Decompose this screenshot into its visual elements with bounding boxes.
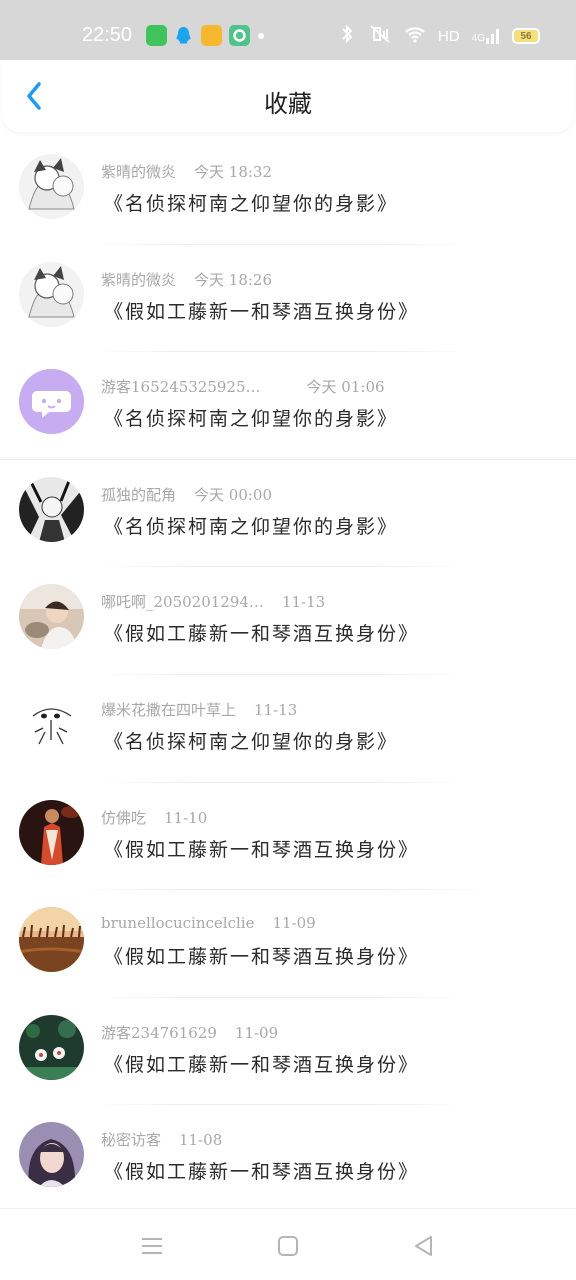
- network-hd-label: HD: [437, 27, 460, 45]
- item-time: 今天 18:32: [194, 163, 273, 181]
- avatar: [19, 261, 84, 327]
- list-item[interactable]: brunellocucincelclie 11-09 《假如工藤新一和琴酒互换身份…: [0, 890, 576, 998]
- item-time: 11-13: [281, 593, 326, 612]
- avatar: [19, 799, 84, 865]
- item-time: 11-13: [254, 700, 298, 719]
- item-meta: 游客234761629 11-09: [101, 1022, 278, 1043]
- wifi-icon: [404, 25, 426, 47]
- item-meta: 仿佛吃 11-10: [101, 807, 207, 828]
- item-username: 爆米花撒在四叶草上: [101, 700, 237, 719]
- item-username: 紫晴的微炎: [101, 270, 177, 289]
- item-title: 《假如工藤新一和琴酒互换身份》: [104, 623, 420, 646]
- item-title: 《假如工藤新一和琴酒互换身份》: [104, 1053, 420, 1076]
- avatar: [19, 1122, 84, 1188]
- avatar: [19, 907, 84, 973]
- signal-type-label: 4G: [471, 33, 485, 44]
- avatar: [19, 476, 84, 542]
- system-navigation-bar: [0, 1208, 576, 1280]
- item-title: 《假如工藤新一和琴酒互换身份》: [104, 300, 420, 323]
- item-title: 《假如工藤新一和琴酒互换身份》: [104, 1161, 420, 1184]
- avatar: [19, 584, 84, 650]
- item-username: 孤独的配角: [101, 485, 177, 504]
- item-title: 《假如工藤新一和琴酒互换身份》: [104, 946, 420, 969]
- item-username: 哪吒啊_2050201294…: [101, 593, 264, 612]
- item-username: 游客234761629: [101, 1023, 217, 1042]
- item-meta: 紫晴的微炎 今天 18:32: [101, 161, 272, 182]
- item-time: 11-09: [272, 914, 316, 933]
- item-time: 11-09: [234, 1023, 279, 1042]
- qq-app-icon: [173, 25, 194, 46]
- item-time: 今天 01:06: [306, 378, 385, 397]
- list-item[interactable]: 孤独的配角 今天 00:00 《名侦探柯南之仰望你的身影》: [0, 460, 576, 568]
- item-title: 《假如工藤新一和琴酒互换身份》: [104, 838, 420, 861]
- bluetooth-icon: [338, 24, 356, 48]
- top-app-bar: 收藏: [2, 60, 574, 132]
- status-bar: 22:50 HD 4G 56: [0, 0, 576, 60]
- list-item[interactable]: 紫晴的微炎 今天 18:26 《假如工藤新一和琴酒互换身份》: [0, 245, 576, 353]
- item-meta: brunellocucincelclie 11-09: [101, 914, 316, 932]
- item-username: 秘密访客: [101, 1131, 162, 1150]
- item-time: 今天 00:00: [194, 485, 273, 504]
- back-triangle-icon: [415, 1236, 432, 1256]
- list-item[interactable]: 仿佛吃 11-10 《假如工藤新一和琴酒互换身份》: [0, 783, 576, 891]
- mute-vibrate-icon: [368, 24, 392, 48]
- item-time: 今天 18:26: [194, 270, 273, 289]
- list-item[interactable]: 游客234761629 11-09 《假如工藤新一和琴酒互换身份》: [0, 998, 576, 1106]
- signal-icon: 4G: [472, 28, 500, 44]
- item-title: 《名侦探柯南之仰望你的身影》: [104, 515, 399, 538]
- list-item[interactable]: 游客165245325925… 今天 01:06 《名侦探柯南之仰望你的身影》: [0, 352, 576, 460]
- avatar: [19, 1014, 84, 1080]
- list-item[interactable]: 爆米花撒在四叶草上 11-13 《名侦探柯南之仰望你的身影》: [0, 675, 576, 783]
- page-title: 收藏: [264, 90, 312, 118]
- item-meta: 秘密访客 11-08: [101, 1129, 222, 1150]
- item-meta: 游客165245325925… 今天 01:06: [101, 376, 385, 397]
- item-title: 《名侦探柯南之仰望你的身影》: [104, 193, 399, 215]
- menu-lines-icon: [142, 1238, 162, 1254]
- avatar: [19, 369, 84, 435]
- wechat-app-icon: [146, 25, 167, 46]
- item-username: 紫晴的微炎: [101, 163, 177, 181]
- more-notifications-dot: [258, 33, 264, 39]
- list-item[interactable]: 秘密访客 11-08 《假如工藤新一和琴酒互换身份》: [0, 1105, 576, 1213]
- item-title: 《名侦探柯南之仰望你的身影》: [104, 408, 399, 431]
- item-time: 11-08: [179, 1131, 223, 1150]
- system-back-button[interactable]: [411, 1233, 437, 1259]
- item-username: 仿佛吃: [101, 808, 147, 827]
- avatar: [19, 691, 84, 757]
- item-title: 《名侦探柯南之仰望你的身影》: [104, 730, 399, 753]
- item-username: brunellocucincelclie: [101, 914, 255, 933]
- status-time: 22:50: [82, 24, 133, 46]
- avatar: [19, 154, 84, 219]
- item-meta: 紫晴的微炎 今天 18:26: [101, 269, 272, 290]
- favorites-list: 紫晴的微炎 今天 18:32 《名侦探柯南之仰望你的身影》 紫晴的微炎 今天 18:…: [0, 137, 576, 1213]
- item-username: 游客165245325925…: [101, 378, 261, 397]
- battery-level: 56: [520, 30, 532, 42]
- browser-app-icon: [229, 25, 250, 46]
- list-item[interactable]: 哪吒啊_2050201294… 11-13 《假如工藤新一和琴酒互换身份》: [0, 567, 576, 675]
- list-item[interactable]: 紫晴的微炎 今天 18:32 《名侦探柯南之仰望你的身影》: [0, 137, 576, 245]
- home-square-icon: [278, 1236, 298, 1256]
- item-time: 11-10: [164, 808, 208, 827]
- battery-indicator: 56: [512, 28, 540, 44]
- item-meta: 哪吒啊_2050201294… 11-13: [101, 591, 325, 612]
- notes-app-icon: [201, 25, 222, 46]
- item-meta: 爆米花撒在四叶草上 11-13: [101, 699, 297, 720]
- item-meta: 孤独的配角 今天 00:00: [101, 484, 272, 505]
- menu-button[interactable]: [139, 1233, 165, 1259]
- home-button[interactable]: [275, 1233, 301, 1259]
